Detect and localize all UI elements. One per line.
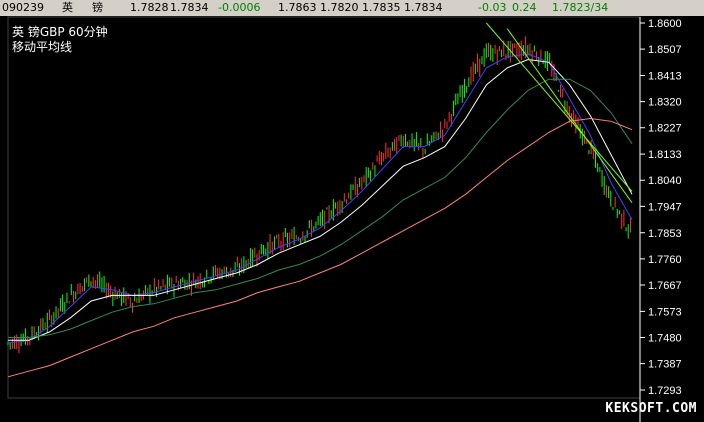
quote-value: 1.7834 (170, 1, 209, 14)
quote-last: 1.7823/34 (552, 1, 609, 14)
ma-line-2 (8, 58, 633, 341)
y-tick-label: 1.7760 (648, 254, 682, 266)
y-tick-label: 1.7480 (648, 332, 682, 344)
y-tick-label: 1.7853 (648, 228, 682, 240)
ma-line-4 (7, 117, 633, 378)
chart-svg: 1.8600 1.8507 1.8413 1.8320 1.8227 1.8133 1.80… (7, 16, 682, 422)
watermark: KEKSOFT.COM (605, 401, 697, 416)
y-tick-label: 1.8600 (648, 18, 682, 30)
quote-name-2: 镑 (92, 1, 103, 14)
y-tick-label: 1.7387 (648, 359, 682, 371)
quote-change: -0.0006 (218, 1, 261, 14)
trendline-1 (486, 22, 633, 192)
y-tick-label: 1.8227 (648, 123, 682, 135)
quote-code: 090239 (2, 1, 44, 14)
y-tick-label: 1.7293 (648, 385, 682, 397)
chart: 1.8600 1.8507 1.8413 1.8320 1.8227 1.8133 1.80… (0, 16, 704, 422)
y-tick-label: 1.7667 (648, 280, 682, 292)
y-tick-label: 1.8133 (648, 149, 682, 161)
quote-bar: 090239 英 镑 1.7828 1.7834 -0.0006 1.7863 … (0, 0, 704, 16)
quote-value: 1.7835 (362, 1, 401, 14)
quote-value: 1.7834 (404, 1, 443, 14)
chart-subtitle: 移动平均线 (12, 40, 73, 54)
quote-value: 1.7863 (278, 1, 317, 14)
quote-percent: 0.24 (512, 1, 537, 14)
quote-change: -0.03 (478, 1, 507, 14)
y-tick-label: 1.7947 (648, 201, 682, 213)
y-tick-label: 1.8040 (648, 175, 682, 187)
ma-line-1 (7, 53, 633, 344)
quote-value: 1.7828 (130, 1, 169, 14)
y-tick-label: 1.8507 (648, 44, 682, 56)
ma-line-3 (8, 78, 633, 338)
y-tick-label: 1.7573 (648, 306, 682, 318)
y-tick-label: 1.8320 (648, 97, 682, 109)
quote-name-1: 英 (62, 1, 73, 14)
quote-value: 1.7820 (320, 1, 359, 14)
plot-frame (7, 16, 641, 399)
y-tick-label: 1.8413 (648, 71, 682, 83)
